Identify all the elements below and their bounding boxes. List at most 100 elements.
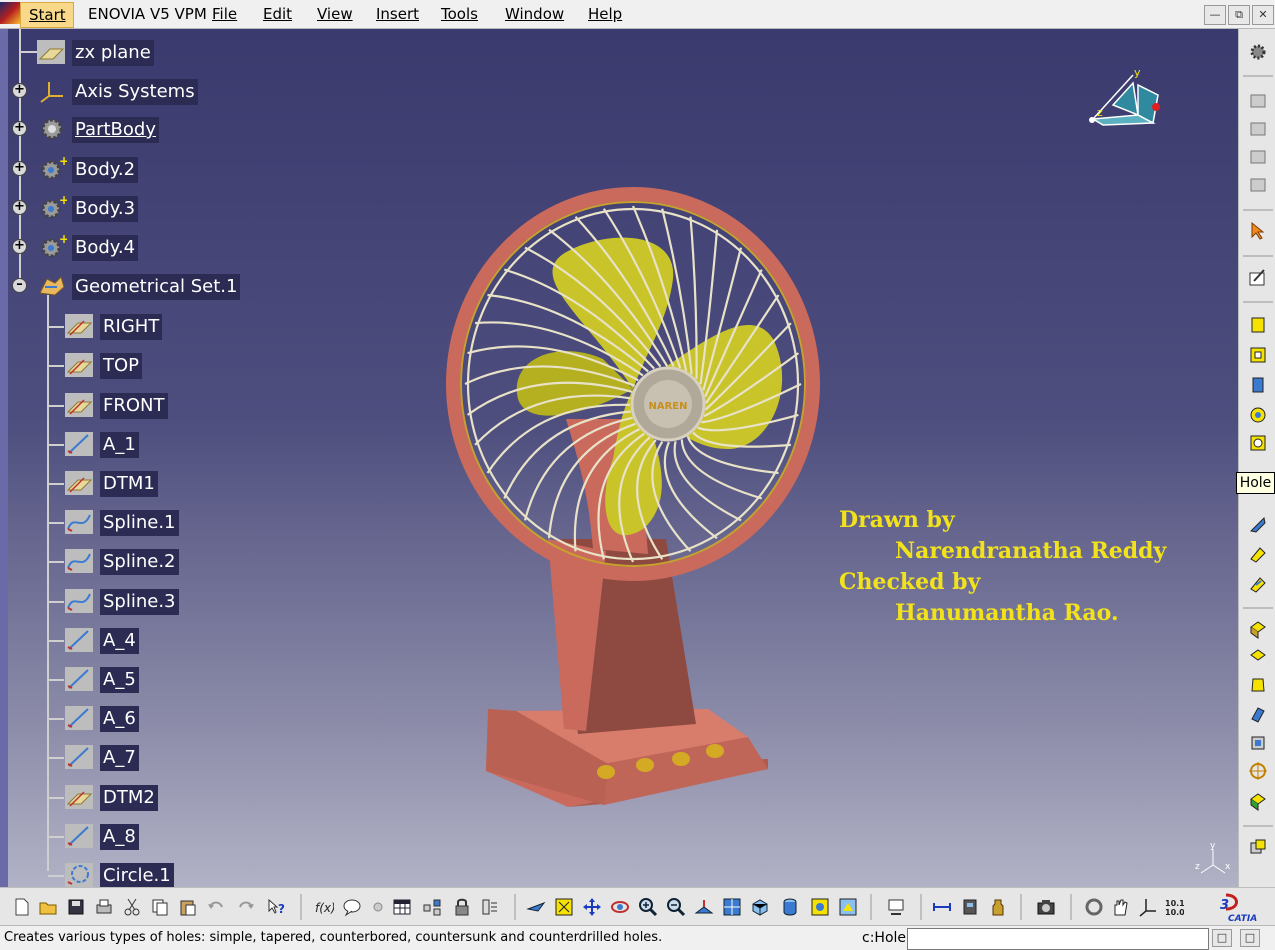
axis-system-icon[interactable] xyxy=(1138,897,1158,917)
print-icon[interactable] xyxy=(94,897,114,917)
save-icon[interactable] xyxy=(66,897,86,917)
collapse-icon[interactable]: – xyxy=(12,278,27,293)
tolerance-icon[interactable]: 10.110.0 xyxy=(1164,897,1184,917)
redo-icon[interactable] xyxy=(236,897,256,917)
product-icon[interactable] xyxy=(1248,91,1268,111)
rotate-icon[interactable] xyxy=(610,897,630,917)
fillet-icon[interactable] xyxy=(1248,619,1268,639)
tree-connector xyxy=(48,444,64,446)
fly-mode-icon[interactable] xyxy=(526,897,546,917)
hand-manipulate-icon[interactable] xyxy=(1110,897,1130,917)
product-icon[interactable] xyxy=(1248,147,1268,167)
expand-icon[interactable]: + xyxy=(12,200,27,215)
measure-item-icon[interactable] xyxy=(960,897,980,917)
app-menu-enovia[interactable]: ENOVIA V5 VPM xyxy=(88,5,207,23)
product-icon[interactable] xyxy=(1248,119,1268,139)
restore-button[interactable]: ⧉ xyxy=(1228,5,1250,25)
expand-icon[interactable]: + xyxy=(12,121,27,136)
pocket-icon[interactable] xyxy=(1248,345,1268,365)
undo-icon[interactable] xyxy=(206,897,226,917)
sketch-icon[interactable] xyxy=(1248,267,1268,287)
copy-icon[interactable] xyxy=(150,897,170,917)
desk-fan-model[interactable]: NAREN xyxy=(428,159,828,809)
update-icon[interactable] xyxy=(886,897,906,917)
new-file-icon[interactable] xyxy=(12,897,32,917)
paste-icon[interactable] xyxy=(178,897,198,917)
lock-icon[interactable] xyxy=(452,897,472,917)
table-icon[interactable] xyxy=(392,897,412,917)
knowledge-icon[interactable] xyxy=(368,897,388,917)
menu-window[interactable]: Window xyxy=(505,5,564,23)
thread-icon[interactable] xyxy=(1248,791,1268,811)
chamfer-icon[interactable] xyxy=(1248,647,1268,667)
swap-visible-icon[interactable] xyxy=(838,897,858,917)
comment-icon[interactable] xyxy=(342,897,362,917)
rib-icon[interactable] xyxy=(1248,515,1268,535)
select-arrow-icon[interactable] xyxy=(1248,221,1268,241)
shell-icon[interactable] xyxy=(1248,705,1268,725)
multi-view-icon[interactable] xyxy=(722,897,742,917)
catia-logo-text: CATIA xyxy=(1228,914,1257,923)
minimize-button[interactable]: — xyxy=(1204,5,1226,25)
zoom-out-icon[interactable] xyxy=(666,897,686,917)
normal-view-icon[interactable] xyxy=(694,897,714,917)
3d-viewport[interactable]: zx plane + Axis Systems + PartBody + + B… xyxy=(8,29,1238,887)
toolbar-separator xyxy=(870,894,872,920)
draft-icon[interactable] xyxy=(1248,675,1268,695)
menu-insert[interactable]: Insert xyxy=(376,5,419,23)
tree-label: Geometrical Set.1 xyxy=(72,274,241,300)
expand-icon[interactable]: + xyxy=(12,83,27,98)
shading-icon[interactable] xyxy=(780,897,800,917)
fit-all-icon[interactable] xyxy=(554,897,574,917)
menu-help[interactable]: Help xyxy=(588,5,622,23)
expand-icon[interactable]: + xyxy=(12,161,27,176)
boolean-icon[interactable] xyxy=(1248,837,1268,857)
tree-label: zx plane xyxy=(72,40,154,66)
whats-this-icon[interactable]: ? xyxy=(266,897,286,917)
cut-icon[interactable] xyxy=(122,897,142,917)
tree-connector xyxy=(48,640,64,642)
cycle-icon[interactable] xyxy=(1084,897,1104,917)
apply-material-icon[interactable] xyxy=(988,897,1008,917)
svg-text:+: + xyxy=(59,156,67,168)
hide-show-icon[interactable] xyxy=(810,897,830,917)
compass-icon[interactable]: y z xyxy=(1083,65,1178,135)
menu-view[interactable]: View xyxy=(317,5,353,23)
menu-file[interactable]: File xyxy=(212,5,237,23)
hole-icon[interactable] xyxy=(1248,433,1268,453)
start-menu[interactable]: Start xyxy=(20,2,74,28)
status-icon-2[interactable]: □ xyxy=(1240,929,1260,947)
pad-icon[interactable] xyxy=(1248,315,1268,335)
close-button[interactable]: ✕ xyxy=(1252,5,1274,25)
app-logo-icon[interactable] xyxy=(0,2,20,24)
expand-icon[interactable]: + xyxy=(12,239,27,254)
formula-icon[interactable]: f(x) xyxy=(314,897,334,917)
status-icon-1[interactable]: □ xyxy=(1212,929,1232,947)
measure-icon[interactable] xyxy=(480,897,500,917)
tree-label: Spline.2 xyxy=(100,549,179,575)
measure-between-icon[interactable] xyxy=(932,897,952,917)
stiffener-icon[interactable] xyxy=(1248,575,1268,595)
menu-tools[interactable]: Tools xyxy=(441,5,478,23)
gear-icon[interactable] xyxy=(1248,42,1268,62)
target-icon[interactable] xyxy=(1248,761,1268,781)
svg-text:?: ? xyxy=(278,902,285,916)
tree-label: DTM2 xyxy=(100,785,158,811)
shaft-icon[interactable] xyxy=(1248,375,1268,395)
groove-icon[interactable] xyxy=(1248,405,1268,425)
pan-icon[interactable] xyxy=(582,897,602,917)
zoom-in-icon[interactable] xyxy=(638,897,658,917)
capture-camera-icon[interactable] xyxy=(1036,897,1056,917)
tree-label: DTM1 xyxy=(100,471,158,497)
product-icon[interactable] xyxy=(1248,175,1268,195)
open-folder-icon[interactable] xyxy=(38,897,58,917)
slot-icon[interactable] xyxy=(1248,545,1268,565)
catalog-icon[interactable] xyxy=(422,897,442,917)
command-input[interactable] xyxy=(907,928,1209,950)
menu-edit[interactable]: Edit xyxy=(263,5,292,23)
thickness-icon[interactable] xyxy=(1248,733,1268,753)
body-gear-icon: + xyxy=(41,156,67,180)
svg-text:+: + xyxy=(59,234,67,246)
iso-view-icon[interactable] xyxy=(750,897,770,917)
hole-tooltip: Hole xyxy=(1236,472,1275,494)
